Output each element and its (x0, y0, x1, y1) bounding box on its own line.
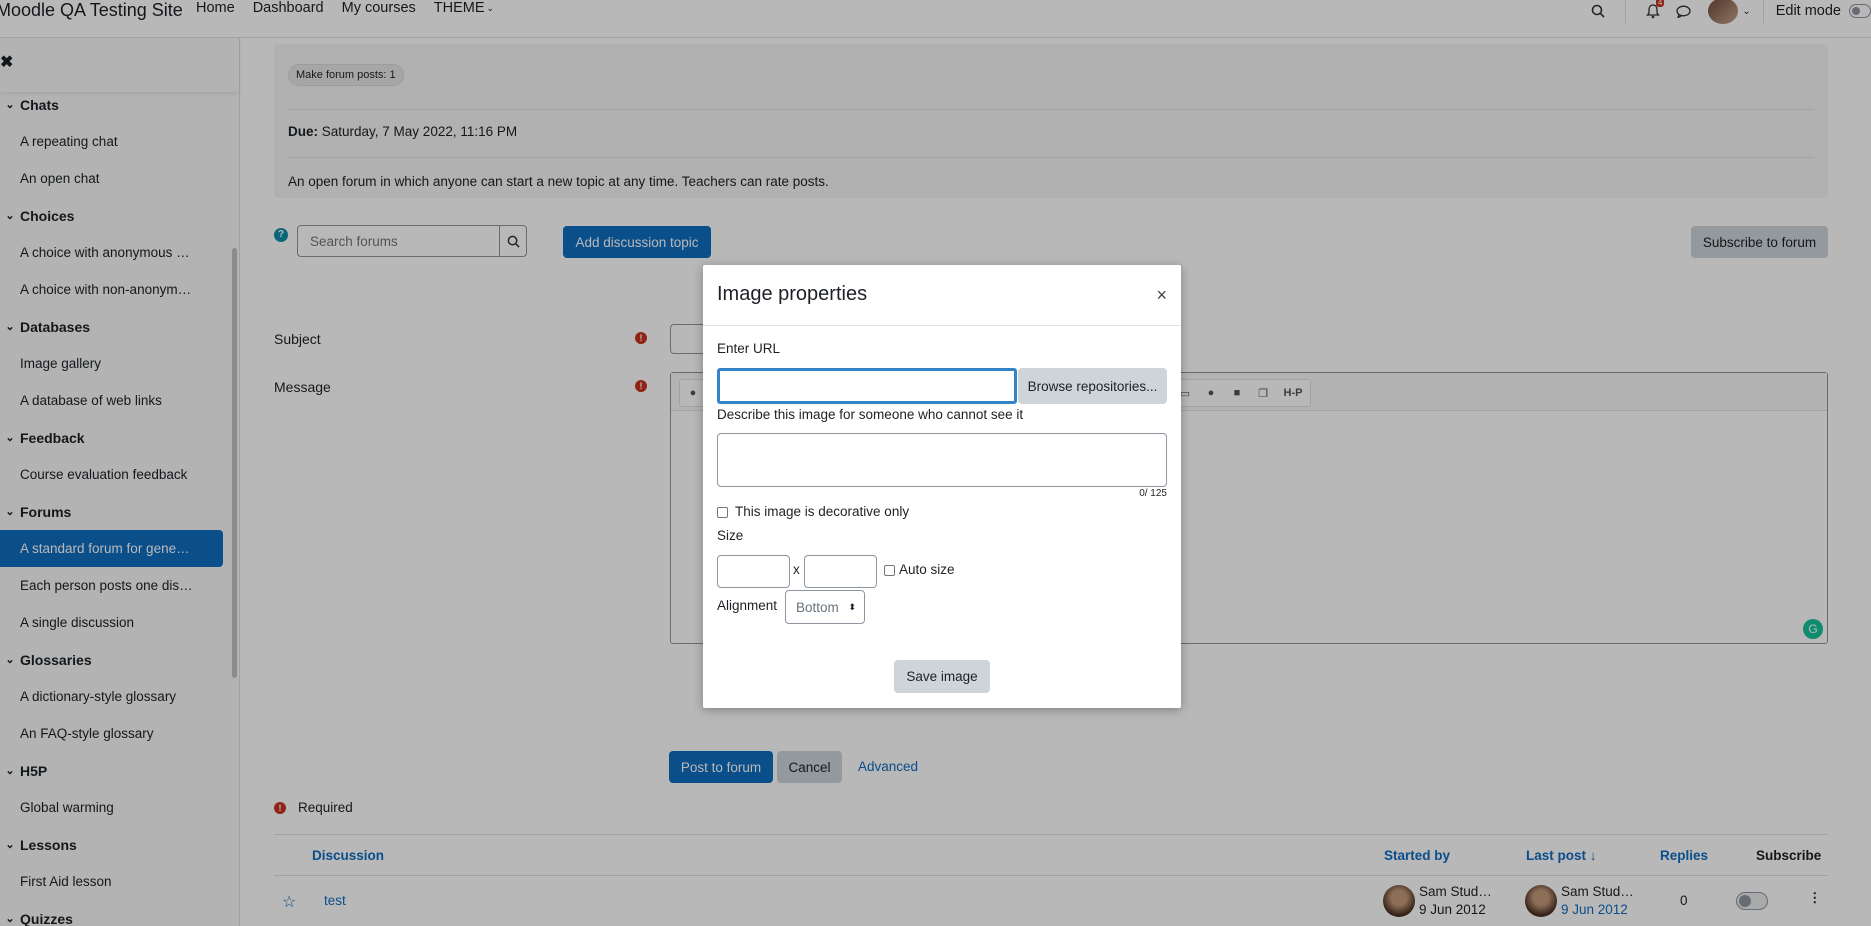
url-input[interactable] (717, 368, 1017, 404)
select-arrows-icon: ⬍ (848, 601, 856, 612)
decorative-label: This image is decorative only (735, 504, 910, 519)
alt-text-label: Describe this image for someone who cann… (717, 407, 1024, 422)
save-image-button[interactable]: Save image (894, 660, 990, 693)
alt-text-counter: 0/ 125 (1139, 488, 1167, 499)
auto-size-label: Auto size (899, 562, 955, 577)
auto-size-checkbox[interactable] (884, 565, 895, 576)
browse-repositories-button[interactable]: Browse repositories... (1018, 368, 1167, 404)
decorative-checkbox[interactable] (717, 507, 728, 518)
alignment-select[interactable]: Bottom ⬍ (785, 590, 865, 624)
size-separator: x (793, 562, 800, 577)
alignment-value: Bottom (796, 599, 839, 615)
modal-header: Image properties × (703, 265, 1181, 326)
alt-text-input[interactable] (717, 433, 1167, 487)
modal-title: Image properties (717, 283, 868, 305)
height-input[interactable] (804, 555, 877, 588)
width-input[interactable] (717, 555, 790, 588)
image-properties-dialog: Image properties × Enter URL Browse repo… (703, 265, 1181, 708)
size-label: Size (717, 528, 744, 543)
close-icon[interactable]: × (1156, 285, 1167, 306)
url-label: Enter URL (717, 341, 781, 356)
alignment-label: Alignment (717, 598, 778, 613)
